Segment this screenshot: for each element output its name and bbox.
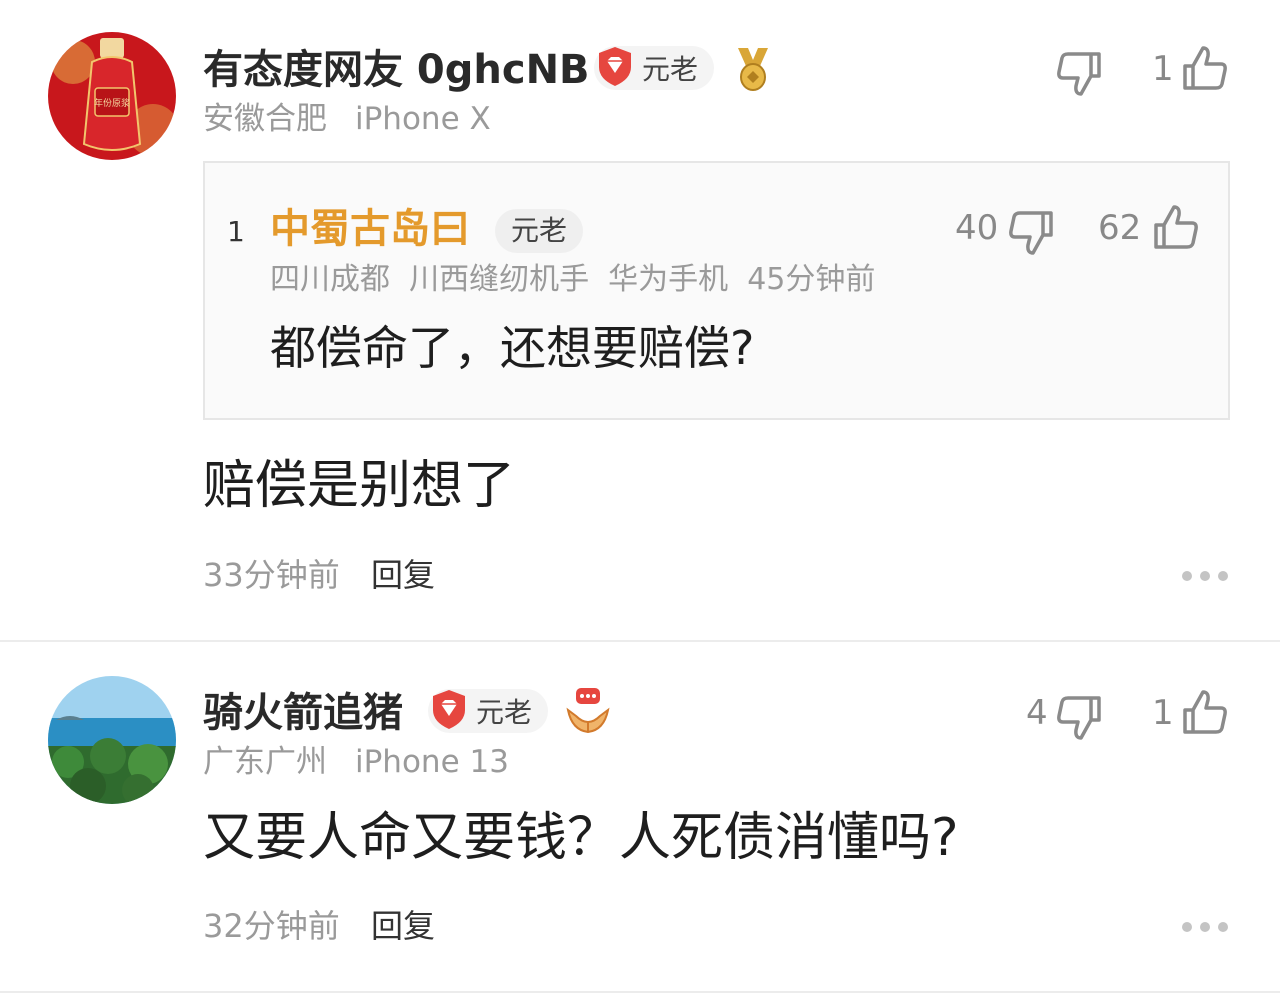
comment-divider <box>0 991 1280 993</box>
user-device: iPhone 13 <box>355 744 509 780</box>
user-location: 广东广州 <box>203 744 327 780</box>
like-count: 1 <box>1152 693 1174 733</box>
like-count: 1 <box>1152 49 1174 89</box>
level-label: 元老 <box>476 696 533 729</box>
quote-content: 都偿命了，还想要赔偿? <box>270 321 755 375</box>
quote-index: 1 <box>227 215 245 248</box>
level-badge: 元老 <box>594 44 715 92</box>
svg-text:年份原浆: 年份原浆 <box>94 97 130 109</box>
shield-icon <box>594 44 636 92</box>
thumbs-down-icon[interactable] <box>1005 207 1057 263</box>
thumbs-up-icon[interactable] <box>1179 42 1231 98</box>
comment-divider <box>0 640 1280 642</box>
comment-time: 33分钟前 <box>203 556 340 594</box>
thumbs-up-icon[interactable] <box>1179 686 1231 742</box>
thumbs-down-icon[interactable] <box>1053 48 1105 104</box>
quote-meta: 四川成都 川西缝纫机手 华为手机 45分钟前 <box>270 262 876 297</box>
level-badge: 元老 <box>428 687 549 735</box>
reply-button[interactable]: 回复 <box>371 910 435 942</box>
shield-icon <box>428 687 470 735</box>
comment-content: 赔偿是别想了 <box>203 456 516 516</box>
avatar[interactable] <box>48 676 176 804</box>
thumbs-up-icon[interactable] <box>1150 201 1202 257</box>
quote-like-count: 62 <box>1098 208 1142 248</box>
quote-level-badge: 元老 <box>495 209 584 253</box>
avatar[interactable]: 年份原浆 <box>48 32 176 160</box>
comment-content: 又要人命又要钱？人死债消懂吗? <box>203 808 959 868</box>
hands-heart-icon <box>564 686 612 740</box>
username[interactable]: 有态度网友 0ghcNB <box>203 50 590 90</box>
quote-username[interactable]: 中蜀古岛曰 <box>270 209 470 249</box>
username[interactable]: 骑火箭追猪 <box>203 693 403 733</box>
medal-icon <box>730 44 776 98</box>
more-options-icon[interactable] <box>1182 571 1228 581</box>
reply-button[interactable]: 回复 <box>371 559 435 591</box>
more-options-icon[interactable] <box>1182 922 1228 932</box>
thumbs-down-icon[interactable] <box>1053 692 1105 748</box>
dislike-count: 4 <box>1026 693 1048 733</box>
level-label: 元老 <box>642 53 699 86</box>
user-location: 安徽合肥 <box>203 101 327 137</box>
quoted-comment[interactable]: 1 中蜀古岛曰 元老 40 62 四川成都 川西缝纫机手 华为手机 45分钟前 … <box>203 161 1230 420</box>
comment-time: 32分钟前 <box>203 907 340 945</box>
user-device: iPhone X <box>355 101 491 137</box>
quote-dislike-count: 40 <box>955 208 999 248</box>
